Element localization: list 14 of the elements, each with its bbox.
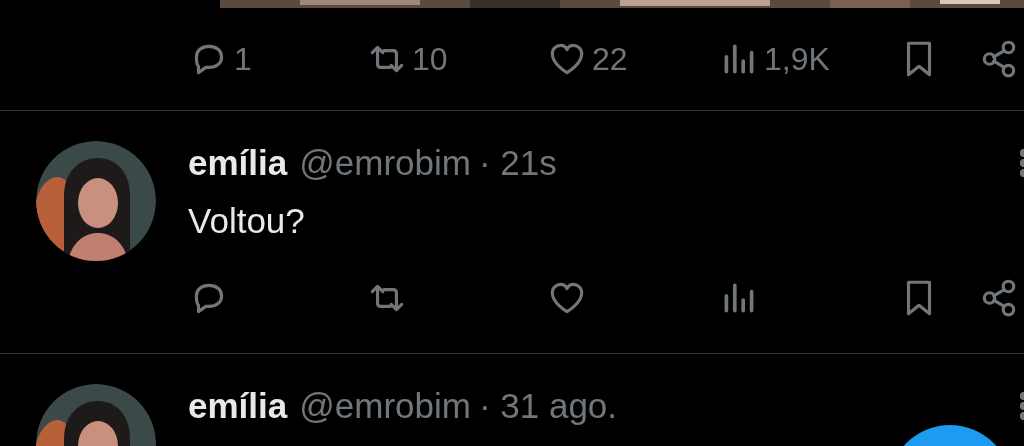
post-text: Voltou?: [188, 200, 306, 242]
avatar[interactable]: [36, 141, 156, 261]
display-name[interactable]: emília: [188, 386, 288, 426]
count-label: 1: [234, 40, 252, 78]
display-name[interactable]: emília: [188, 143, 288, 183]
more-icon[interactable]: [1018, 391, 1024, 421]
user-handle[interactable]: @emrobim: [299, 143, 471, 183]
more-icon[interactable]: [1018, 148, 1024, 178]
count-label: 22: [592, 40, 628, 78]
post-time: · 21s: [478, 143, 557, 183]
user-handle[interactable]: @emrobim: [299, 386, 471, 426]
post-time: · 31 ago.: [478, 386, 618, 426]
count-label: 1,9K: [764, 40, 830, 78]
count-label: 10: [412, 40, 448, 78]
